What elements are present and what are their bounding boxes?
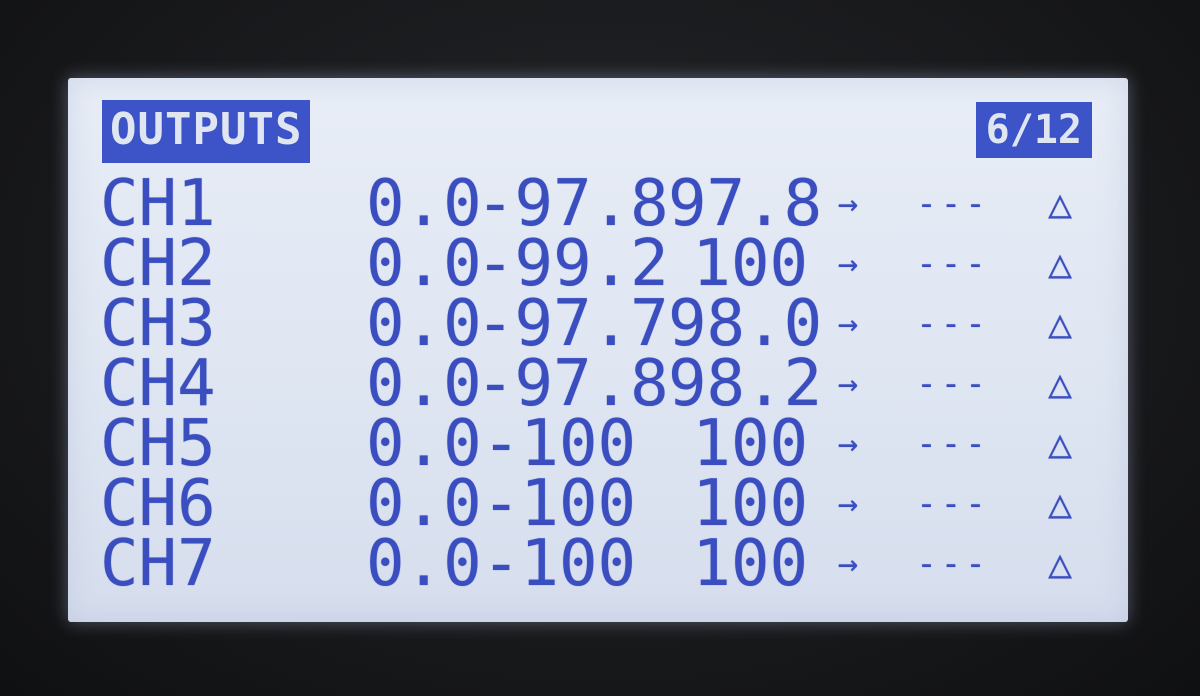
channel-destination: --- xyxy=(916,364,990,404)
channel-destination: --- xyxy=(916,244,990,284)
channel-destination: --- xyxy=(916,484,990,524)
channel-max: 98.0 xyxy=(668,287,823,361)
triangle-icon: △ xyxy=(1047,421,1073,467)
channel-min: -97.8 xyxy=(476,347,669,421)
channel-row[interactable]: CH6 0.0 -100 100 → --- △ xyxy=(68,467,1128,541)
arrow-right-icon: → xyxy=(837,364,859,404)
channel-min: -100 xyxy=(481,527,636,601)
triangle-icon: △ xyxy=(1047,481,1073,527)
channel-destination: --- xyxy=(916,304,990,344)
channel-name: CH7 xyxy=(100,527,216,601)
channel-offset: 0.0 xyxy=(366,287,482,361)
lcd-screen: OUTPUTS 6/12 CH1 0.0 -97.8 97.8 → --- △ … xyxy=(68,78,1128,622)
channel-min: -100 xyxy=(481,407,636,481)
channel-min: -97.8 xyxy=(476,167,669,241)
channel-destination: --- xyxy=(916,544,990,584)
channel-max: 100 xyxy=(692,467,808,541)
triangle-icon: △ xyxy=(1047,241,1073,287)
channel-min: -97.7 xyxy=(476,287,669,361)
arrow-right-icon: → xyxy=(837,184,859,224)
channel-offset: 0.0 xyxy=(366,227,482,301)
channel-name: CH5 xyxy=(100,407,216,481)
screen-title: OUTPUTS xyxy=(102,100,311,163)
channel-row[interactable]: CH7 0.0 -100 100 → --- △ xyxy=(68,527,1128,601)
channel-name: CH2 xyxy=(100,227,216,301)
channel-destination: --- xyxy=(916,424,990,464)
channel-offset: 0.0 xyxy=(366,467,482,541)
triangle-icon: △ xyxy=(1047,541,1073,587)
channel-max: 100 xyxy=(692,527,808,601)
channel-offset: 0.0 xyxy=(366,407,482,481)
channel-max: 100 xyxy=(692,407,808,481)
arrow-right-icon: → xyxy=(837,424,859,464)
channel-max: 100 xyxy=(692,227,808,301)
channel-row[interactable]: CH1 0.0 -97.8 97.8 → --- △ xyxy=(68,167,1128,241)
channel-name: CH6 xyxy=(100,467,216,541)
channel-row[interactable]: CH3 0.0 -97.7 98.0 → --- △ xyxy=(68,287,1128,361)
page-indicator: 6/12 xyxy=(975,102,1092,158)
channel-name: CH3 xyxy=(100,287,216,361)
arrow-right-icon: → xyxy=(837,484,859,524)
channel-offset: 0.0 xyxy=(366,167,482,241)
triangle-icon: △ xyxy=(1047,301,1073,347)
arrow-right-icon: → xyxy=(837,244,859,284)
channel-row[interactable]: CH2 0.0 -99.2 100 → --- △ xyxy=(68,227,1128,301)
arrow-right-icon: → xyxy=(837,544,859,584)
channel-row[interactable]: CH4 0.0 -97.8 98.2 → --- △ xyxy=(68,347,1128,421)
channel-name: CH4 xyxy=(100,347,216,421)
arrow-right-icon: → xyxy=(837,304,859,344)
channel-row[interactable]: CH5 0.0 -100 100 → --- △ xyxy=(68,407,1128,481)
channel-max: 98.2 xyxy=(668,347,823,421)
channel-offset: 0.0 xyxy=(366,347,482,421)
channel-max: 97.8 xyxy=(668,167,823,241)
triangle-icon: △ xyxy=(1047,181,1073,227)
channel-min: -99.2 xyxy=(476,227,669,301)
channel-name: CH1 xyxy=(100,167,216,241)
channel-min: -100 xyxy=(481,467,636,541)
channel-destination: --- xyxy=(916,184,990,224)
triangle-icon: △ xyxy=(1047,361,1073,407)
channel-offset: 0.0 xyxy=(366,527,482,601)
